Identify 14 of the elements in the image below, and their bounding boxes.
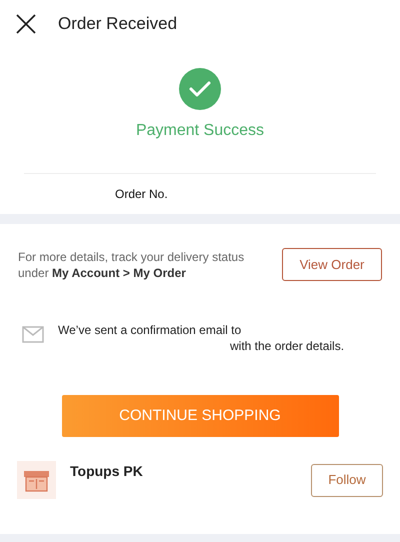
email-notice: We’ve sent a confirmation email to	[58, 322, 242, 338]
close-icon[interactable]	[16, 14, 36, 34]
payment-status: Payment Success	[136, 121, 264, 141]
email-notice: with the order details.	[229, 338, 344, 354]
continue-shopping-button[interactable]: CONTINUE SHOPPING	[62, 395, 338, 437]
envelope-icon	[22, 326, 44, 343]
view-order-button[interactable]: View Order	[282, 248, 382, 281]
store-name: Topups PK	[70, 462, 144, 481]
follow-button[interactable]: Follow	[311, 464, 383, 496]
tracking-info: For more details, track your delivery status under My Account > My Order	[18, 248, 246, 280]
success-check-icon	[179, 68, 221, 110]
storefront-icon	[23, 468, 50, 492]
page-title: Order Received	[58, 13, 178, 36]
order-number-label: Order No.	[115, 186, 168, 203]
